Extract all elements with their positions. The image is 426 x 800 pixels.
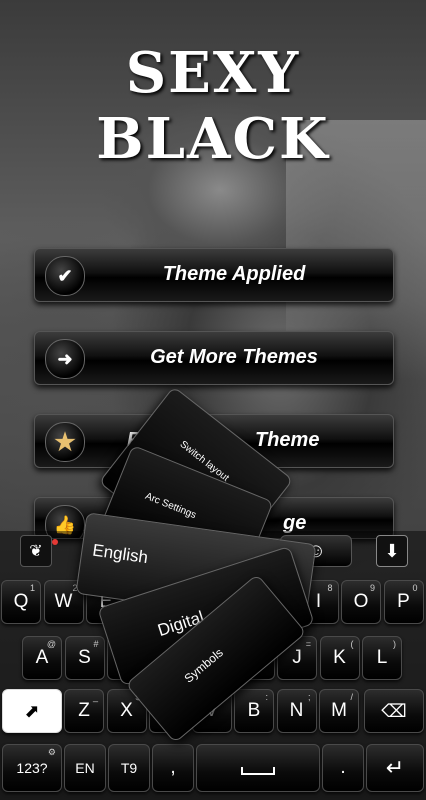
key-hint: @: [46, 639, 56, 649]
arc-settings-item[interactable]: Arc Settings: [144, 491, 198, 521]
key-hint: /: [350, 692, 353, 702]
theme-applied-button[interactable]: ✔ Theme Applied: [34, 248, 394, 302]
arrow-down-icon: ⬇: [376, 535, 408, 567]
check-icon: ✔: [45, 256, 85, 296]
key-hint: ): [393, 639, 396, 649]
symbols-item[interactable]: Symbols: [182, 645, 226, 685]
key-label: A: [35, 647, 49, 668]
key-k[interactable]: (K: [319, 636, 360, 680]
enter-icon: ↵: [385, 755, 405, 780]
key-m[interactable]: / M: [319, 689, 359, 733]
numbers-key-label: 123?: [16, 760, 48, 776]
settings-hint-icon: ⚙: [47, 747, 56, 757]
t9-key[interactable]: T9: [108, 744, 150, 792]
comma-key[interactable]: ,: [152, 744, 194, 792]
arrow-right-icon: ➜: [45, 339, 85, 379]
key-hint: _: [92, 692, 98, 702]
key-label: P: [397, 591, 410, 612]
backspace-icon: ⌫: [381, 700, 407, 721]
key-b[interactable]: :B: [234, 689, 274, 733]
rate-theme-label-right: Theme: [255, 429, 320, 451]
key-label: Z: [78, 700, 90, 721]
space-key[interactable]: [196, 744, 320, 792]
key-hint: #: [93, 639, 99, 649]
shift-icon: ⬈: [24, 700, 40, 721]
key-a[interactable]: @ A: [22, 636, 62, 680]
key-hint: 8: [327, 583, 333, 593]
key-label: X: [120, 700, 133, 721]
period-key-label: .: [340, 757, 346, 778]
key-n[interactable]: ; N: [276, 689, 317, 733]
key-hint: =: [305, 639, 311, 649]
key-hint: 0: [412, 583, 418, 593]
key-label: K: [333, 647, 346, 668]
theme-leaf-button[interactable]: ❦: [20, 535, 58, 567]
shift-key[interactable]: ⬈: [2, 689, 62, 733]
get-more-themes-button[interactable]: ➜ Get More Themes: [34, 331, 394, 385]
get-more-themes-label: Get More Themes: [150, 346, 318, 368]
key-label: I: [315, 591, 322, 612]
language-key[interactable]: EN: [64, 744, 106, 792]
leaf-icon: ❦: [20, 535, 52, 567]
english-item[interactable]: English: [91, 541, 149, 569]
star-icon: ★: [45, 422, 85, 462]
key-label: W: [54, 591, 73, 612]
key-p[interactable]: 0P: [383, 580, 424, 624]
key-q[interactable]: 1Q: [1, 580, 41, 624]
key-s[interactable]: # S: [64, 636, 105, 680]
key-label: S: [78, 647, 91, 668]
delete-key[interactable]: ⌫: [364, 689, 424, 733]
key-label: O: [353, 591, 369, 612]
key-label: B: [247, 700, 261, 721]
language-key-label: EN: [75, 760, 95, 776]
space-bar-icon: [241, 767, 275, 775]
key-label: Q: [13, 591, 29, 612]
comma-key-label: ,: [170, 757, 176, 778]
period-key[interactable]: .: [322, 744, 364, 792]
key-o[interactable]: 9O: [341, 580, 381, 624]
enter-key[interactable]: ↵: [366, 744, 424, 792]
key-l[interactable]: ) L: [362, 636, 402, 680]
key-label: N: [289, 700, 304, 721]
notification-dot: [52, 539, 58, 545]
theme-applied-label: Theme Applied: [162, 263, 306, 285]
key-hint: :: [265, 692, 268, 702]
key-label: M: [331, 700, 347, 721]
key-label: J: [292, 647, 302, 668]
key-hint: (: [350, 639, 354, 649]
t9-key-label: T9: [120, 760, 138, 776]
key-z[interactable]: _ Z: [64, 689, 104, 733]
key-hint: 9: [369, 583, 375, 593]
app-title: SEXY BLACK: [96, 40, 330, 172]
hide-keyboard-button[interactable]: ⬇: [376, 535, 408, 567]
key-hint: ;: [307, 692, 311, 702]
key-hint: 1: [29, 583, 35, 593]
key-label: L: [376, 647, 388, 668]
numbers-key[interactable]: ⚙ 123?: [2, 744, 62, 792]
